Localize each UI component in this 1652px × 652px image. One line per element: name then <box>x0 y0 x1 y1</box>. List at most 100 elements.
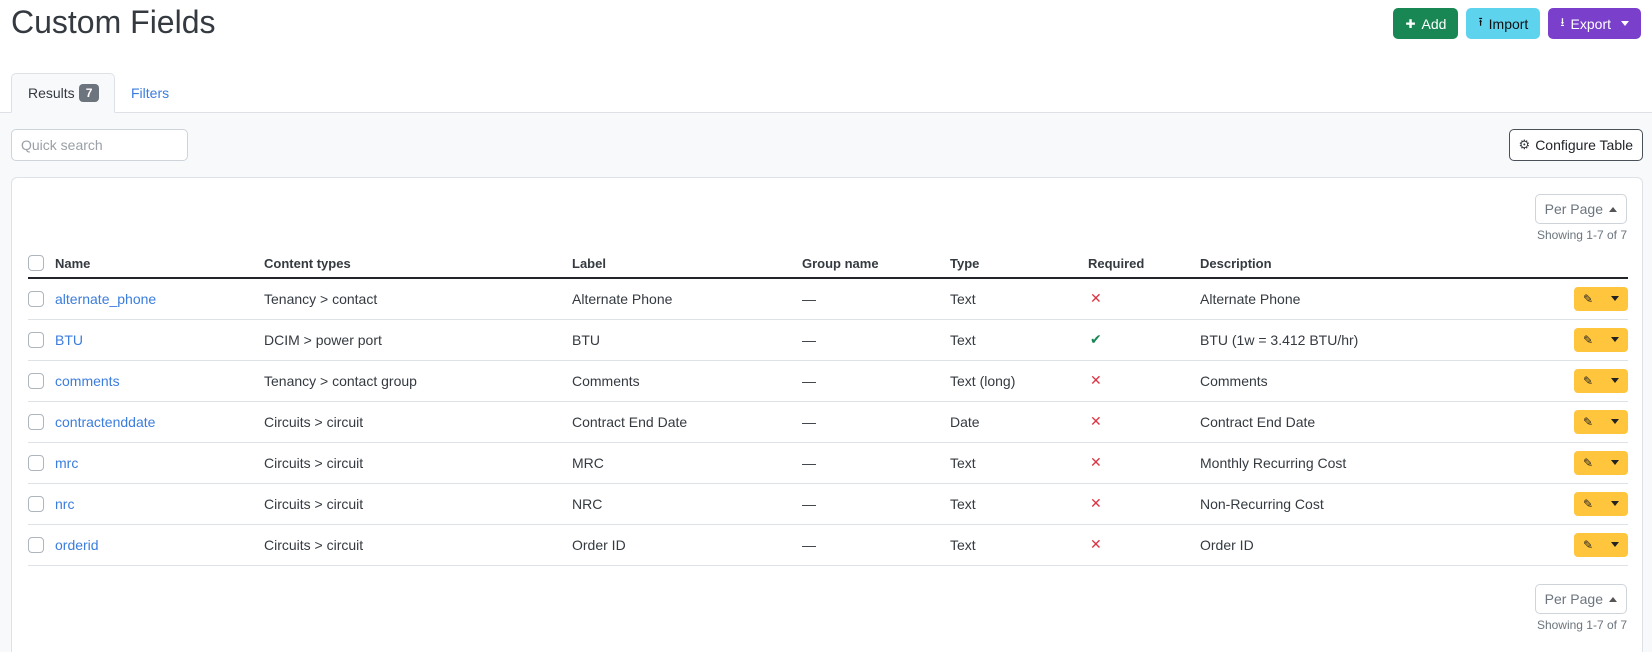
x-icon: ✕ <box>1090 413 1102 429</box>
table-row: contractenddate Circuits > circuit Contrac… <box>28 401 1628 443</box>
column-header-content-types[interactable]: Content types <box>264 253 572 279</box>
chevron-down-icon <box>1611 378 1619 383</box>
chevron-up-icon <box>1609 206 1617 212</box>
group-name-cell: — <box>802 442 950 484</box>
results-card: Per Page Showing 1-7 of 7 Name Content t… <box>11 177 1643 652</box>
table-row: alternate_phone Tenancy > contact Alternat… <box>28 278 1628 320</box>
pencil-icon: ✎ <box>1582 537 1594 552</box>
pencil-icon: ✎ <box>1582 455 1594 470</box>
plus-icon: ✚ <box>1405 16 1416 31</box>
per-page-dropdown[interactable]: Per Page <box>1534 584 1627 614</box>
column-header-required[interactable]: Required <box>1088 253 1200 279</box>
row-actions-dropdown[interactable] <box>1602 410 1628 434</box>
custom-field-name-link[interactable]: mrc <box>55 455 78 471</box>
row-checkbox[interactable] <box>28 537 44 554</box>
export-button-label: Export <box>1570 15 1611 32</box>
tab-results[interactable]: Results 7 <box>11 73 115 113</box>
row-actions-dropdown[interactable] <box>1602 328 1628 352</box>
x-icon: ✕ <box>1090 454 1102 470</box>
custom-field-name-link[interactable]: alternate_phone <box>55 291 156 307</box>
content-types-cell: Circuits > circuit <box>264 524 572 566</box>
row-checkbox[interactable] <box>28 291 44 308</box>
type-cell: Text <box>950 483 1088 525</box>
row-actions-dropdown[interactable] <box>1602 451 1628 475</box>
type-cell: Text <box>950 278 1088 320</box>
edit-button[interactable]: ✎ <box>1574 410 1602 434</box>
row-checkbox[interactable] <box>28 414 44 431</box>
type-cell: Text <box>950 319 1088 361</box>
row-actions-dropdown[interactable] <box>1602 533 1628 557</box>
group-name-cell: — <box>802 401 950 443</box>
label-cell: MRC <box>572 442 802 484</box>
pencil-icon: ✎ <box>1582 332 1594 347</box>
description-cell: Alternate Phone <box>1200 278 1560 320</box>
upload-icon: ⭱ <box>1478 15 1483 29</box>
import-button[interactable]: ⭱ Import <box>1466 8 1541 39</box>
pencil-icon: ✎ <box>1582 291 1594 306</box>
download-icon: ⭳ <box>1560 15 1565 29</box>
edit-button[interactable]: ✎ <box>1574 328 1602 352</box>
chevron-down-icon <box>1611 296 1619 302</box>
edit-button[interactable]: ✎ <box>1574 451 1602 475</box>
column-header-description[interactable]: Description <box>1200 253 1560 279</box>
custom-fields-table: Name Content types Label Group name Type… <box>28 253 1628 566</box>
pagination-bottom: Per Page Showing 1-7 of 7 <box>1534 584 1627 632</box>
description-cell: Monthly Recurring Cost <box>1200 442 1560 484</box>
pagination-top: Per Page Showing 1-7 of 7 <box>1534 194 1627 242</box>
showing-count: Showing 1-7 of 7 <box>1536 618 1627 632</box>
table-row: mrc Circuits > circuit MRC — Text ✕ Monthly Re… <box>28 442 1628 484</box>
edit-button[interactable]: ✎ <box>1574 287 1602 311</box>
row-checkbox[interactable] <box>28 332 44 349</box>
row-actions-dropdown[interactable] <box>1602 492 1628 516</box>
table-header-row: Name Content types Label Group name Type… <box>28 253 1628 279</box>
header-actions: ✚ Add ⭱ Import ⭳ Export <box>1393 8 1641 39</box>
row-checkbox[interactable] <box>28 496 44 513</box>
check-icon: ✔ <box>1090 331 1102 347</box>
custom-field-name-link[interactable]: orderid <box>55 537 99 553</box>
column-header-type[interactable]: Type <box>950 253 1088 279</box>
content-types-cell: Tenancy > contact <box>264 278 572 320</box>
custom-field-name-link[interactable]: BTU <box>55 332 83 348</box>
export-button[interactable]: ⭳ Export <box>1548 8 1641 39</box>
label-cell: Contract End Date <box>572 401 802 443</box>
x-icon: ✕ <box>1090 290 1102 307</box>
edit-button[interactable]: ✎ <box>1574 492 1602 516</box>
row-checkbox[interactable] <box>28 373 44 390</box>
quick-search-input[interactable] <box>11 129 188 161</box>
pencil-icon: ✎ <box>1582 414 1594 429</box>
custom-field-name-link[interactable]: contractenddate <box>55 414 155 430</box>
edit-button[interactable]: ✎ <box>1574 533 1602 557</box>
type-cell: Text <box>950 442 1088 484</box>
select-all-checkbox[interactable] <box>28 255 44 271</box>
column-header-group-name[interactable]: Group name <box>802 253 950 279</box>
type-cell: Date <box>950 401 1088 443</box>
chevron-down-icon <box>1611 419 1619 424</box>
content-types-cell: DCIM > power port <box>264 319 572 361</box>
row-actions: ✎ <box>1574 409 1628 434</box>
content-types-cell: Circuits > circuit <box>264 442 572 484</box>
custom-field-name-link[interactable]: nrc <box>55 496 74 512</box>
column-header-name[interactable]: Name <box>55 253 264 279</box>
row-actions-dropdown[interactable] <box>1602 287 1628 311</box>
configure-table-button[interactable]: ⚙ Configure Table <box>1508 129 1643 161</box>
row-checkbox[interactable] <box>28 455 44 472</box>
per-page-label: Per Page <box>1544 201 1603 217</box>
configure-table-label: Configure Table <box>1535 137 1633 153</box>
tab-filters[interactable]: Filters <box>131 73 169 113</box>
per-page-dropdown[interactable]: Per Page <box>1534 194 1627 224</box>
column-header-label[interactable]: Label <box>572 253 802 279</box>
chevron-down-icon <box>1611 337 1619 342</box>
pencil-icon: ✎ <box>1582 496 1594 511</box>
edit-button[interactable]: ✎ <box>1574 369 1602 393</box>
table-row: BTU DCIM > power port BTU — Text ✔ BTU (1w = 3… <box>28 319 1628 361</box>
custom-field-name-link[interactable]: comments <box>55 373 120 389</box>
row-actions-dropdown[interactable] <box>1602 369 1628 393</box>
row-actions: ✎ <box>1574 532 1628 557</box>
row-actions: ✎ <box>1574 491 1628 516</box>
chevron-down-icon <box>1611 460 1619 465</box>
label-cell: Order ID <box>572 524 802 566</box>
add-button[interactable]: ✚ Add <box>1393 8 1459 39</box>
description-cell: BTU (1w = 3.412 BTU/hr) <box>1200 319 1560 361</box>
description-cell: Comments <box>1200 360 1560 402</box>
type-cell: Text (long) <box>950 360 1088 402</box>
